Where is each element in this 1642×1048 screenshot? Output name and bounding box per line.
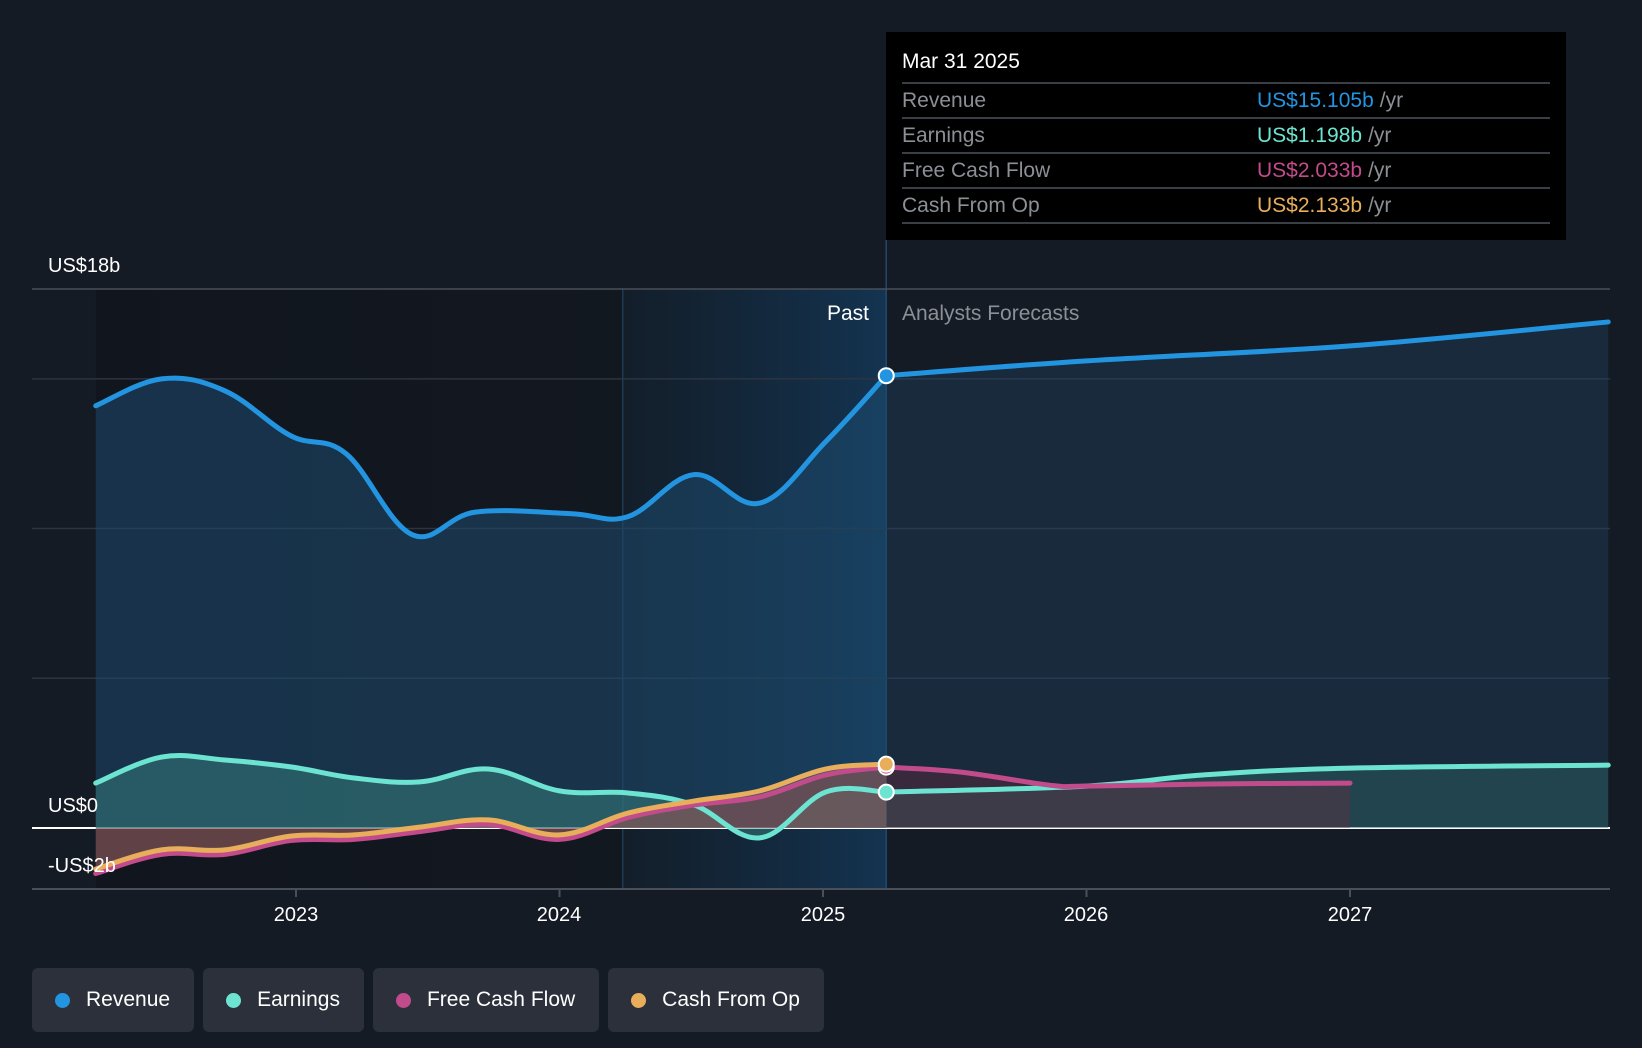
revenue-marker — [877, 367, 895, 385]
legend-item-revenue[interactable]: Revenue — [32, 968, 195, 1032]
tooltip-label: Free Cash Flow — [902, 159, 1051, 182]
legend-dot-icon — [631, 992, 647, 1008]
tooltip-unit: /yr — [1368, 194, 1392, 217]
tooltip-value: US$1.198b — [1257, 124, 1363, 147]
legend-label: Revenue — [86, 988, 171, 1011]
tooltip-value: US$2.033b — [1257, 159, 1363, 182]
tooltip-label: Revenue — [902, 89, 987, 112]
tooltip: Mar 31 2025 Revenue US$15.105b /yr Earni… — [886, 32, 1566, 240]
tooltip-row-cash-from-op: Cash From Op US$2.133b /yr — [902, 189, 1550, 224]
forecast-label: Analysts Forecasts — [902, 302, 1079, 325]
tooltip-value: US$2.133b — [1257, 194, 1363, 217]
tooltip-unit: /yr — [1368, 159, 1392, 182]
tooltip-unit: /yr — [1368, 124, 1392, 147]
legend-label: Free Cash Flow — [426, 988, 576, 1011]
legend: Revenue Earnings Free Cash Flow Cash Fro… — [32, 968, 824, 1032]
tooltip-date: Mar 31 2025 — [902, 46, 1550, 84]
y-tick-label-top: US$18b — [48, 255, 120, 277]
legend-item-earnings[interactable]: Earnings — [203, 968, 364, 1032]
x-tick-label-2027: 2027 — [1328, 904, 1373, 926]
x-tick-label-2026: 2026 — [1064, 904, 1109, 926]
legend-item-free-cash-flow[interactable]: Free Cash Flow — [372, 968, 600, 1032]
tooltip-value: US$15.105b — [1257, 89, 1374, 112]
x-tick-label-2025: 2025 — [801, 904, 846, 926]
past-label: Past — [827, 302, 869, 325]
legend-item-cash-from-op[interactable]: Cash From Op — [608, 968, 824, 1032]
tooltip-row-free-cash-flow: Free Cash Flow US$2.033b /yr — [902, 154, 1550, 189]
y-tick-label-bottom: -US$2b — [48, 855, 116, 877]
revenue-forecast-area — [886, 321, 1609, 828]
earnings-marker — [877, 783, 895, 801]
legend-dot-icon — [226, 992, 242, 1008]
y-tick-label-zero: US$0 — [48, 795, 98, 817]
cash-from-op-marker — [877, 755, 895, 773]
legend-dot-icon — [395, 992, 411, 1008]
legend-label: Cash From Op — [662, 988, 800, 1011]
tooltip-unit: /yr — [1379, 89, 1404, 112]
x-tick-label-2023: 2023 — [274, 904, 319, 926]
legend-label: Earnings — [257, 988, 340, 1011]
legend-dot-icon — [55, 992, 70, 1008]
tooltip-label: Cash From Op — [902, 194, 1040, 217]
tooltip-row-earnings: Earnings US$1.198b /yr — [902, 119, 1550, 154]
tooltip-row-revenue: Revenue US$15.105b /yr — [902, 84, 1550, 119]
tooltip-label: Earnings — [902, 124, 985, 147]
x-tick-label-2024: 2024 — [537, 904, 582, 926]
